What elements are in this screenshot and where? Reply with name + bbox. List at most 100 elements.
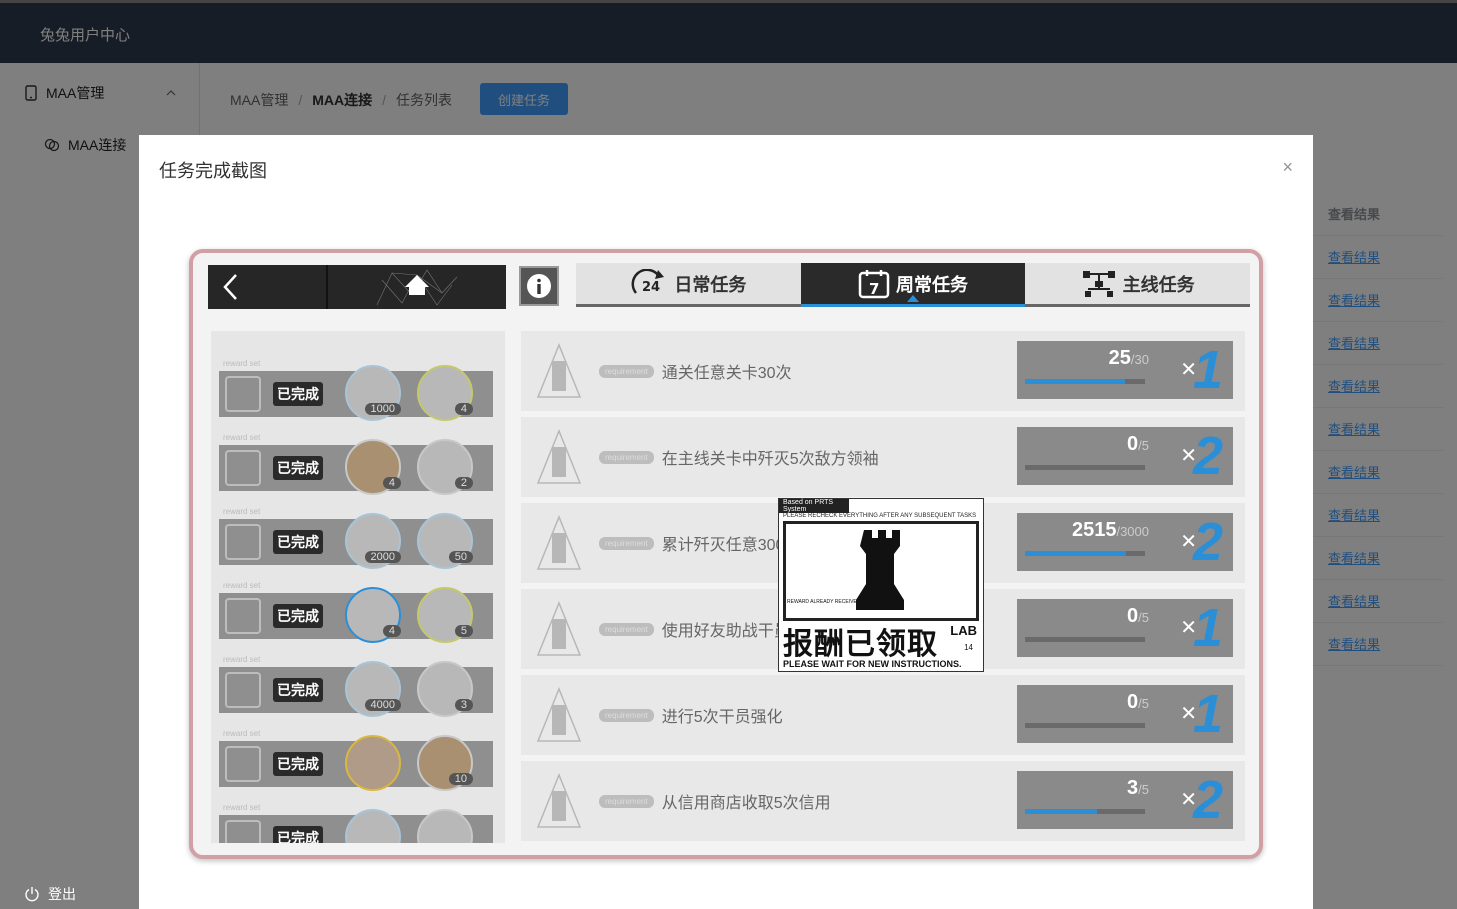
reward-tag: reward set (223, 655, 261, 664)
reward-item: 2000 (345, 513, 401, 569)
stamp-frame (783, 521, 979, 621)
stamp-title: 报酬已领取 (783, 628, 938, 661)
tab-weekly: 7 周常任务 (800, 263, 1026, 307)
crest-icon (225, 746, 261, 782)
back-button (208, 265, 328, 309)
stamp-small-text: REWARD ALREADY RECEIVED (787, 599, 861, 605)
reward-item: 5 (417, 587, 473, 643)
requirement-tag: requirement (599, 450, 654, 464)
reward-item (345, 735, 401, 791)
rhodes-island-logo (521, 761, 597, 841)
reward-multiplier: 2 (1192, 770, 1223, 830)
requirement-tag: requirement (599, 622, 654, 636)
rhodes-island-logo (521, 503, 597, 583)
requirement-tag: requirement (599, 536, 654, 550)
reward-row: reward set 已完成 (219, 803, 493, 843)
reward-received-stamp: Based on PRTS System PLEASE RECHECK EVER… (778, 498, 984, 672)
task-name: 进行5次干员强化 (661, 709, 783, 726)
game-top-nav (208, 265, 506, 309)
status-badge: 已完成 (273, 382, 323, 406)
stamp-number: 14 (964, 643, 973, 652)
item-qty: 4 (382, 477, 401, 489)
task-name: 通关任意关卡30次 (661, 365, 792, 382)
reward-item: 50 (417, 513, 473, 569)
task-progress: 25/30 ✕ 1 (1017, 341, 1233, 399)
tab-label: 周常任务 (896, 274, 968, 295)
stamp-lab: LAB (950, 623, 977, 638)
reward-tag: reward set (223, 803, 261, 812)
progress-count: 2515/3000 (1071, 519, 1149, 541)
stamp-line: PLEASE RECHECK EVERYTHING AFTER ANY SUBS… (783, 513, 977, 519)
reward-item (345, 809, 401, 843)
task-name: 在主线关卡中歼灭5次敌方领袖 (661, 451, 879, 468)
rhodes-island-logo (521, 589, 597, 669)
crest-icon (225, 524, 261, 560)
reward-row: reward set 已完成 4 5 (219, 581, 493, 643)
reward-multiplier: 2 (1192, 512, 1223, 572)
requirement-tag: requirement (599, 708, 654, 722)
task-progress: 0/5 ✕ 1 (1017, 685, 1233, 743)
reward-row: reward set 已完成 10 (219, 729, 493, 791)
reward-tag: reward set (223, 729, 261, 738)
item-qty: 4 (382, 625, 401, 637)
close-icon[interactable]: × (1282, 157, 1293, 178)
status-badge: 已完成 (273, 530, 323, 554)
reward-list: reward set 已完成 1000 4 reward set 已完成 4 2… (211, 331, 505, 843)
reward-multiplier: 2 (1192, 426, 1223, 486)
svg-text:24: 24 (642, 280, 660, 295)
task-row: requirement 进行5次干员强化 0/5 ✕ 1 (521, 675, 1245, 755)
home-button (328, 265, 506, 309)
progress-count: 0/5 (1127, 433, 1149, 455)
logout-button[interactable]: 登出 (24, 884, 76, 904)
chevron-left-icon (223, 274, 237, 300)
progress-count: 0/5 (1127, 605, 1149, 627)
rhodes-island-logo (521, 675, 597, 755)
requirement-tag: requirement (599, 794, 654, 808)
task-row: requirement 从信用商店收取5次信用 3/5 ✕ 2 (521, 761, 1245, 841)
dialog-title: 任务完成截图 (159, 161, 267, 181)
crest-icon (225, 376, 261, 412)
status-badge: 已完成 (273, 456, 323, 480)
reward-multiplier: 1 (1192, 598, 1223, 658)
progress-bar (1025, 379, 1145, 384)
tab-main: 主线任务 (1025, 263, 1251, 307)
logout-label: 登出 (48, 886, 76, 902)
reward-item (417, 809, 473, 843)
task-screenshot: 24 日常任务 7 周常任务 主线任务 reward set 已完成 1000 … (189, 249, 1263, 859)
tab-label: 日常任务 (674, 274, 747, 295)
status-badge: 已完成 (273, 678, 323, 702)
tree-icon (1082, 270, 1115, 297)
status-badge: 已完成 (273, 752, 323, 776)
progress-bar (1025, 723, 1145, 728)
reward-multiplier: 1 (1192, 684, 1223, 744)
tab-label: 主线任务 (1122, 274, 1195, 295)
reward-item: 4 (417, 365, 473, 421)
task-progress: 3/5 ✕ 2 (1017, 771, 1233, 829)
item-qty: 4 (454, 403, 473, 415)
home-icon (376, 269, 458, 306)
stamp-line: Based on PRTS System (779, 499, 849, 513)
progress-bar (1025, 551, 1145, 556)
crest-icon (225, 598, 261, 634)
item-qty: 3 (454, 699, 473, 711)
item-qty: 10 (448, 773, 473, 785)
reward-item: 4000 (345, 661, 401, 717)
progress-bar (1025, 637, 1145, 642)
status-badge: 已完成 (273, 826, 323, 843)
reward-row: reward set 已完成 1000 4 (219, 359, 493, 421)
item-qty: 1000 (364, 403, 401, 415)
reward-row: reward set 已完成 4000 3 (219, 655, 493, 717)
game-tabs: 24 日常任务 7 周常任务 主线任务 (576, 263, 1251, 307)
item-qty: 2000 (364, 551, 401, 563)
reward-row: reward set 已完成 4 2 (219, 433, 493, 495)
crest-icon (225, 820, 261, 843)
item-qty: 50 (448, 551, 473, 563)
reward-item: 1000 (345, 365, 401, 421)
reward-multiplier: 1 (1192, 340, 1223, 400)
crest-icon (225, 672, 261, 708)
task-name: 从信用商店收取5次信用 (661, 795, 831, 812)
task-progress: 0/5 ✕ 2 (1017, 427, 1233, 485)
reward-tag: reward set (223, 581, 261, 590)
reward-item: 3 (417, 661, 473, 717)
rhodes-island-logo (521, 417, 597, 497)
